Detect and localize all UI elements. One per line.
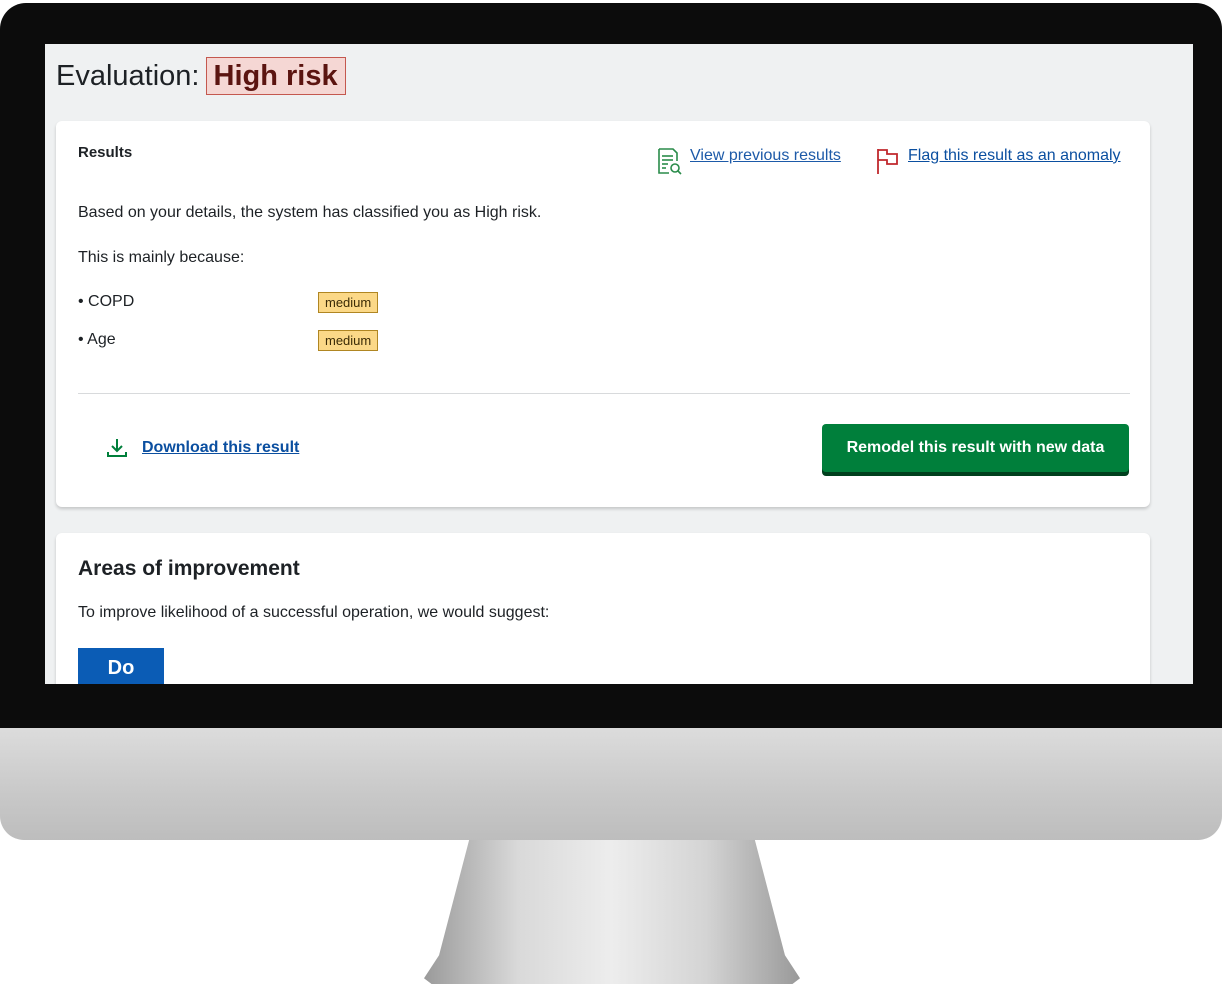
divider xyxy=(78,393,1130,394)
monitor-stand xyxy=(424,840,800,984)
reason-level-tag: medium xyxy=(318,329,379,351)
page-title: Evaluation: High risk xyxy=(56,56,346,96)
reason-name: • COPD xyxy=(78,293,135,310)
flag-anomaly-label: Flag this result as an anomaly xyxy=(908,147,1121,164)
view-previous-results-label: View previous results xyxy=(690,147,841,164)
reason-name: • Age xyxy=(78,331,116,348)
monitor-chin xyxy=(0,728,1222,840)
improvement-intro: To improve likelihood of a successful op… xyxy=(78,604,550,621)
download-icon xyxy=(107,439,127,457)
results-heading: Results xyxy=(78,144,133,161)
document-search-icon xyxy=(658,148,682,175)
screen: Evaluation: High risk Results View previ… xyxy=(45,44,1193,684)
flag-anomaly-link[interactable]: Flag this result as an anomaly xyxy=(876,147,1121,175)
download-result-label: Download this result xyxy=(142,439,300,456)
reason-level-tag: medium xyxy=(318,291,379,313)
do-tag: Do xyxy=(78,648,164,684)
improvement-heading: Areas of improvement xyxy=(78,557,300,580)
improvement-card: Areas of improvement To improve likeliho… xyxy=(56,533,1150,684)
classification-summary: Based on your details, the system has cl… xyxy=(78,204,542,221)
download-result-link[interactable]: Download this result xyxy=(106,438,299,458)
page-title-label: Evaluation: xyxy=(56,60,200,92)
reasons-intro: This is mainly because: xyxy=(78,249,245,266)
flag-icon xyxy=(877,149,898,174)
reason-item-copd: • COPD medium xyxy=(78,291,398,313)
results-card: Results View previous results Flag this … xyxy=(56,121,1150,507)
remodel-result-button[interactable]: Remodel this result with new data xyxy=(822,424,1129,472)
reason-item-age: • Age medium xyxy=(78,329,398,351)
view-previous-results-link[interactable]: View previous results xyxy=(656,147,841,175)
risk-badge: High risk xyxy=(205,57,346,95)
